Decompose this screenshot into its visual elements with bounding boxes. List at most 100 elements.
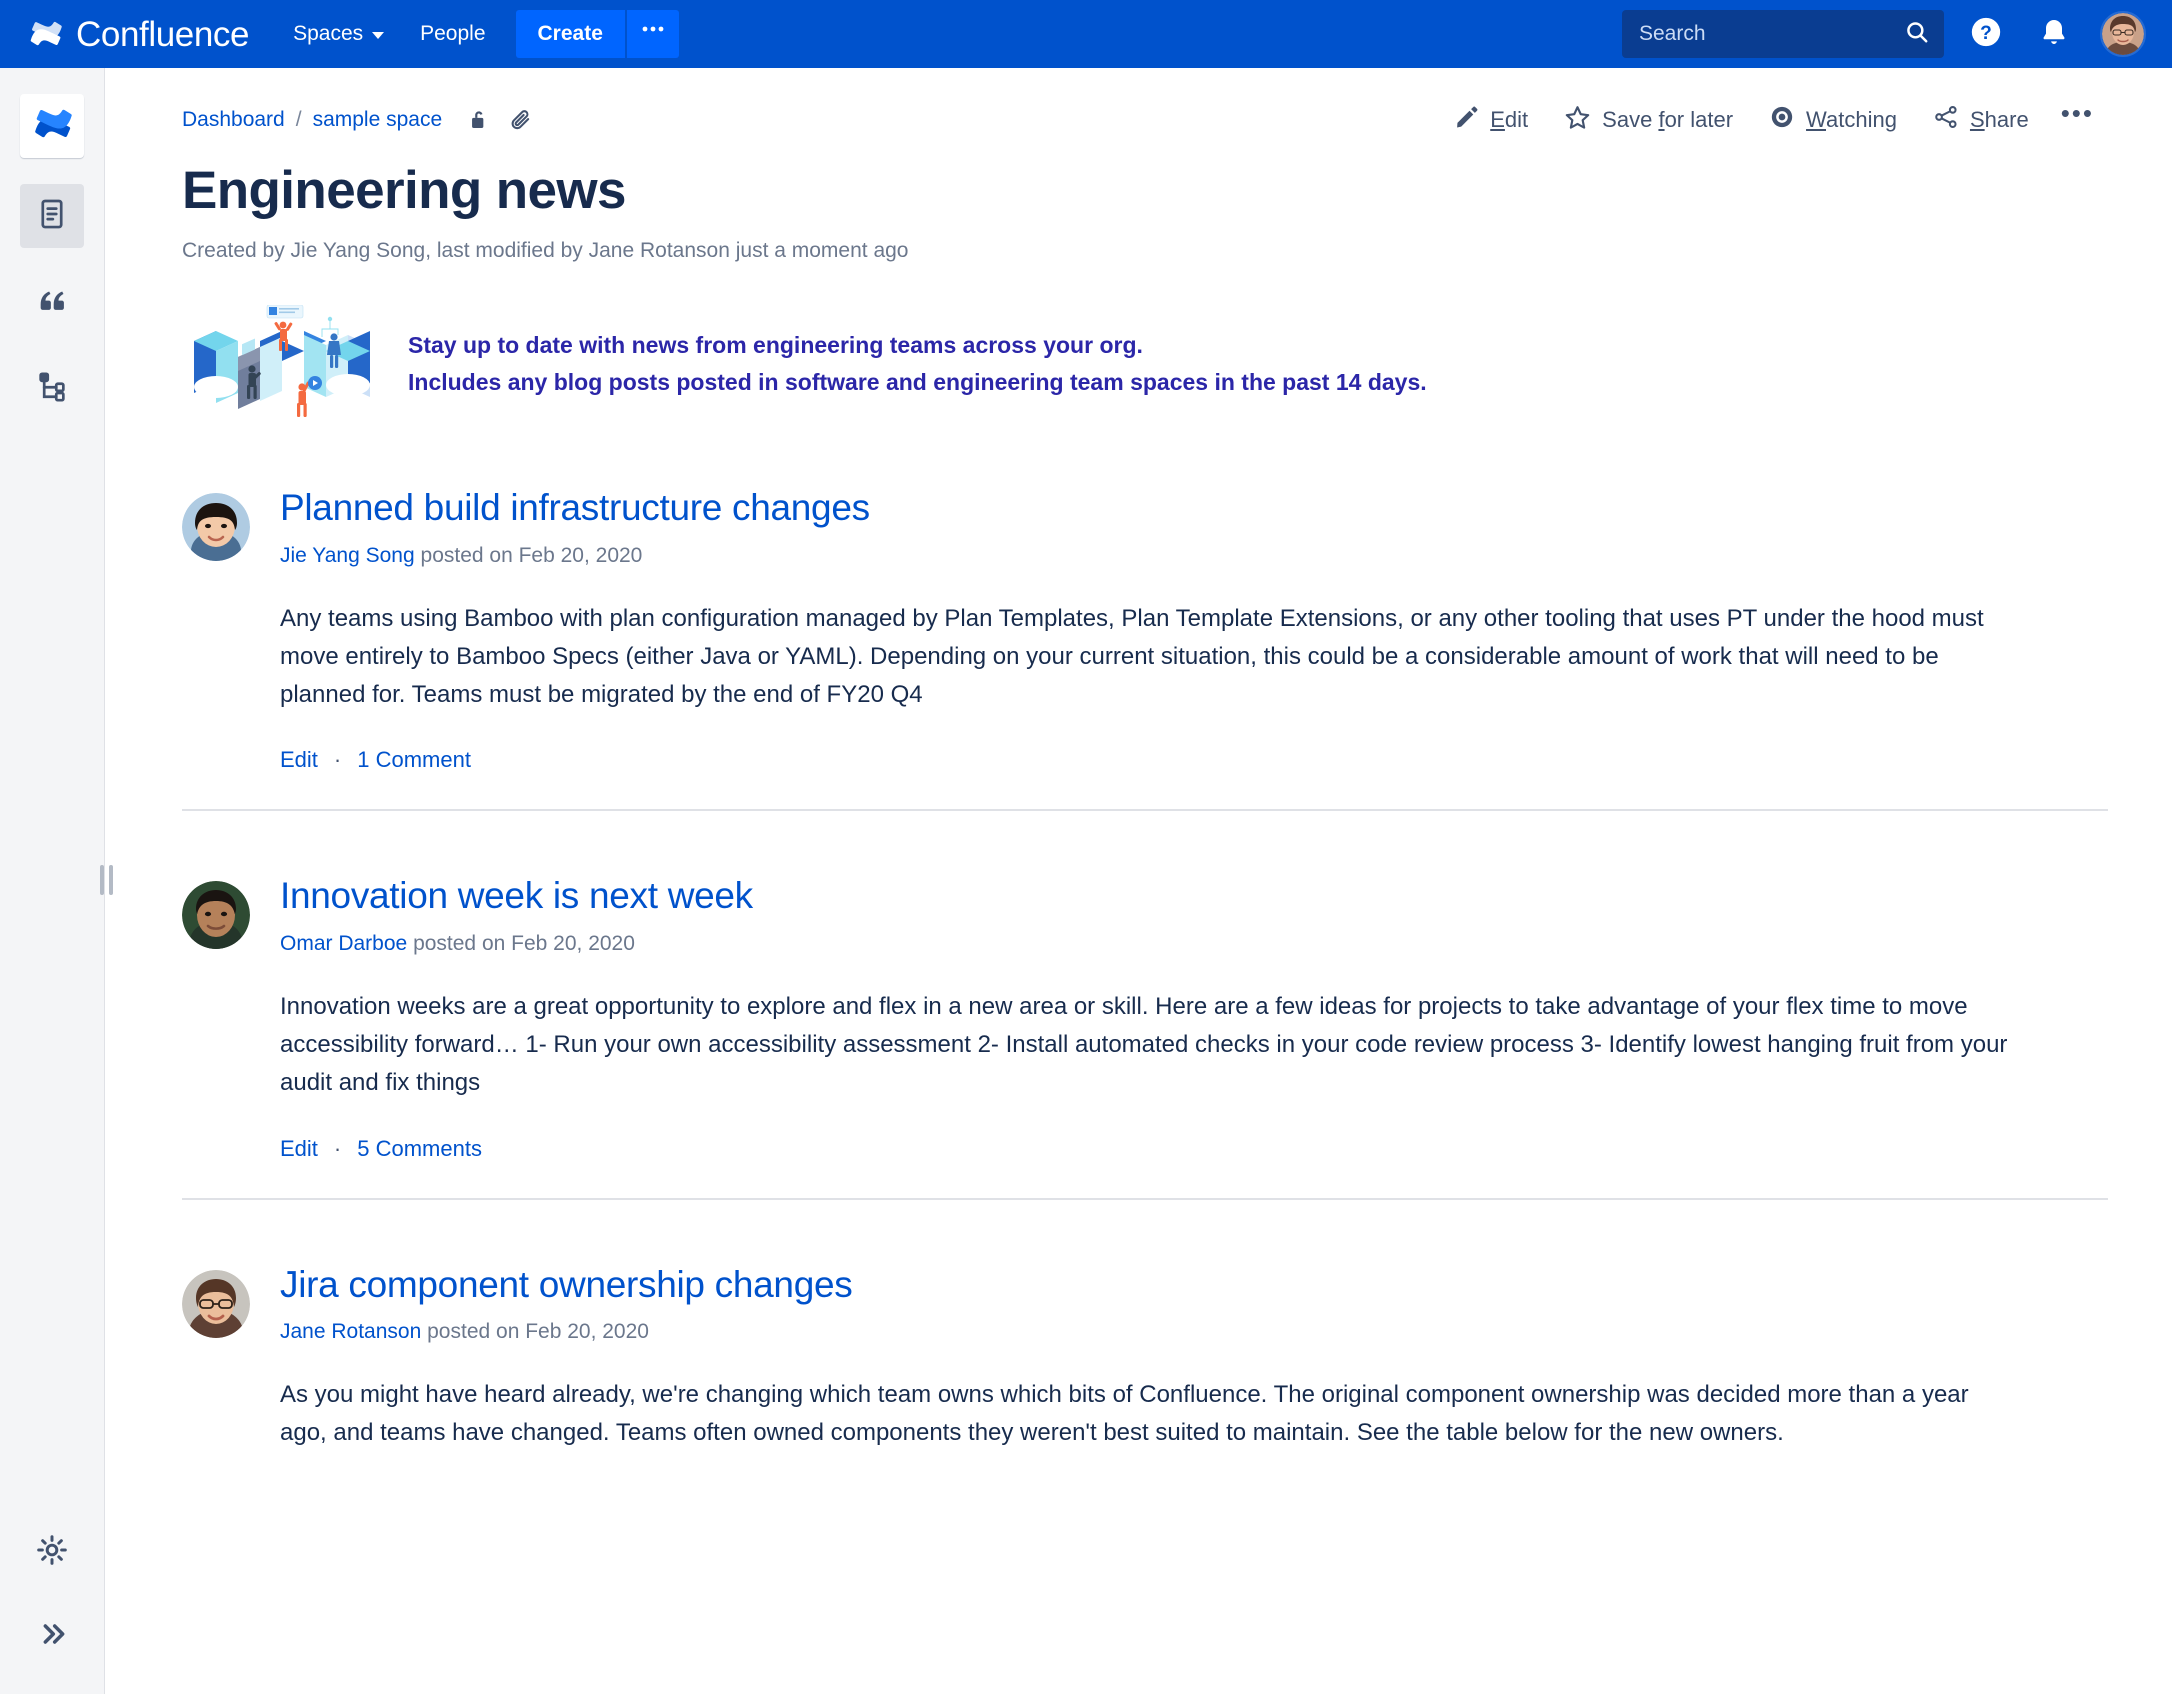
avatar-image [2102, 13, 2144, 55]
top-navigation-bar: Confluence Spaces People Create ? [0, 0, 2172, 68]
teamwork-isometric-illustration [182, 304, 382, 423]
blog-post-item: Jira component ownership changes Jane Ro… [182, 1264, 2108, 1452]
post-date: posted on Feb 20, 2020 [420, 543, 643, 567]
post-header: Jira component ownership changes Jane Ro… [182, 1264, 2108, 1344]
post-comments-link[interactable]: 1 Comment [357, 747, 471, 773]
post-actions: Edit · 1 Comment [280, 747, 2108, 773]
post-date: posted on Feb 20, 2020 [427, 1320, 649, 1344]
page-actions: Edit Save for later Watching Share ••• [1436, 98, 2108, 143]
star-icon [1564, 104, 1591, 137]
user-avatar[interactable] [2100, 11, 2146, 57]
help-circle-icon: ? [1969, 15, 2003, 54]
sidebar-item-pages[interactable] [20, 184, 84, 248]
page-byline: Created by Jie Yang Song, last modified … [182, 239, 909, 263]
sidebar-resize-handle[interactable] [98, 862, 114, 898]
share-label: Share [1969, 107, 2029, 132]
post-meta: Jane Rotanson posted on Feb 20, 2020 [280, 1320, 852, 1344]
confluence-logo-icon [28, 17, 62, 51]
post-divider [182, 809, 2108, 812]
post-excerpt: Any teams using Bamboo with plan configu… [280, 604, 1984, 708]
pencil-icon [1454, 105, 1479, 136]
share-button[interactable]: Share [1915, 98, 2047, 142]
sidebar-item-space-settings[interactable] [20, 1520, 84, 1584]
breadcrumb-space[interactable]: sample space [313, 108, 443, 132]
top-nav-right-group: ? [1622, 8, 2146, 60]
post-meta: Jie Yang Song posted on Feb 20, 2020 [280, 544, 870, 568]
post-header: Innovation week is next week Omar Darboe… [182, 875, 2108, 955]
post-comments-link[interactable]: 5 Comments [357, 1136, 482, 1162]
edit-button[interactable]: Edit [1436, 99, 1546, 142]
watching-label: Watching [1806, 107, 1897, 132]
gear-icon [35, 1533, 69, 1572]
avatar-omar-darboe[interactable] [182, 881, 250, 950]
post-action-separator: · [333, 747, 342, 773]
more-horizontal-icon [642, 26, 664, 32]
watching-button[interactable]: Watching [1751, 98, 1915, 142]
svg-text:?: ? [1980, 22, 1992, 43]
chevron-down-icon [372, 32, 385, 39]
confluence-space-logo-icon [32, 104, 72, 149]
help-button[interactable]: ? [1960, 8, 2012, 60]
post-title-link[interactable]: Planned build infrastructure changes [280, 487, 870, 528]
post-meta: Omar Darboe posted on Feb 20, 2020 [280, 932, 753, 956]
sidebar-item-space-home[interactable] [20, 94, 84, 158]
save-for-later-button[interactable]: Save for later [1546, 98, 1751, 143]
post-header: Planned build infrastructure changes Jie… [182, 487, 2108, 567]
notifications-button[interactable] [2028, 8, 2080, 60]
search-box[interactable] [1622, 10, 1944, 58]
search-input[interactable] [1639, 22, 1904, 46]
info-banner: Stay up to date with news from engineeri… [182, 304, 2108, 423]
search-icon[interactable] [1904, 19, 1930, 50]
nav-item-spaces[interactable]: Spaces [275, 11, 402, 57]
banner-line-1: Stay up to date with news from engineeri… [408, 332, 1143, 359]
eye-icon [1769, 104, 1795, 136]
breadcrumb-icons [466, 107, 534, 133]
page-title: Engineering news [182, 161, 627, 220]
edit-button-label: Edit [1490, 107, 1529, 132]
nav-item-people-label: People [420, 22, 486, 45]
page-tree-icon [35, 369, 69, 408]
post-title-link[interactable]: Innovation week is next week [280, 875, 753, 916]
paperclip-icon[interactable] [508, 107, 534, 133]
page-content-area: Dashboard / sample space Edit Save for l… [106, 68, 2172, 1694]
sidebar-item-blog[interactable] [20, 270, 84, 334]
product-name: Confluence [76, 14, 250, 54]
blog-quote-icon [35, 283, 69, 322]
breadcrumb-row: Dashboard / sample space Edit Save for l… [182, 98, 2108, 143]
space-sidebar [0, 68, 105, 1694]
double-chevron-right-icon [36, 1618, 68, 1655]
breadcrumb-separator: / [295, 108, 302, 131]
post-action-separator: · [333, 1135, 342, 1161]
nav-item-people[interactable]: People [402, 11, 503, 57]
page-document-icon [35, 197, 69, 236]
sidebar-item-page-tree[interactable] [20, 356, 84, 420]
banner-line-2: Includes any blog posts posted in softwa… [408, 369, 1427, 396]
post-title-link[interactable]: Jira component ownership changes [280, 1264, 853, 1305]
create-button[interactable]: Create [515, 10, 625, 58]
avatar-jie-yang-song[interactable] [182, 493, 250, 562]
breadcrumb-dashboard[interactable]: Dashboard [182, 108, 285, 132]
banner-text: Stay up to date with news from engineeri… [408, 327, 1427, 402]
save-for-later-label: Save for later [1602, 107, 1734, 132]
post-actions: Edit · 5 Comments [280, 1136, 2108, 1162]
post-excerpt: Innovation weeks are a great opportunity… [280, 992, 2008, 1096]
nav-item-spaces-label: Spaces [293, 22, 364, 45]
notification-bell-icon [2038, 16, 2070, 53]
post-edit-link[interactable]: Edit [280, 747, 318, 773]
unlock-icon[interactable] [466, 107, 492, 133]
blog-post-item: Planned build infrastructure changes Jie… [182, 487, 2108, 812]
page-more-actions-button[interactable]: ••• [2047, 98, 2108, 143]
avatar-jane-rotanson[interactable] [182, 1269, 250, 1338]
post-edit-link[interactable]: Edit [280, 1136, 318, 1162]
post-author-link[interactable]: Jie Yang Song [280, 544, 415, 567]
blog-post-item: Innovation week is next week Omar Darboe… [182, 875, 2108, 1200]
share-icon [1933, 104, 1959, 136]
confluence-home-link[interactable]: Confluence [28, 17, 249, 52]
post-excerpt: As you might have heard already, we're c… [280, 1381, 1969, 1446]
post-author-link[interactable]: Jane Rotanson [280, 1320, 421, 1343]
post-divider [182, 1197, 2108, 1200]
create-more-button[interactable] [624, 10, 679, 58]
post-author-link[interactable]: Omar Darboe [280, 932, 407, 955]
sidebar-item-expand[interactable] [20, 1604, 84, 1668]
post-date: posted on Feb 20, 2020 [413, 931, 635, 955]
